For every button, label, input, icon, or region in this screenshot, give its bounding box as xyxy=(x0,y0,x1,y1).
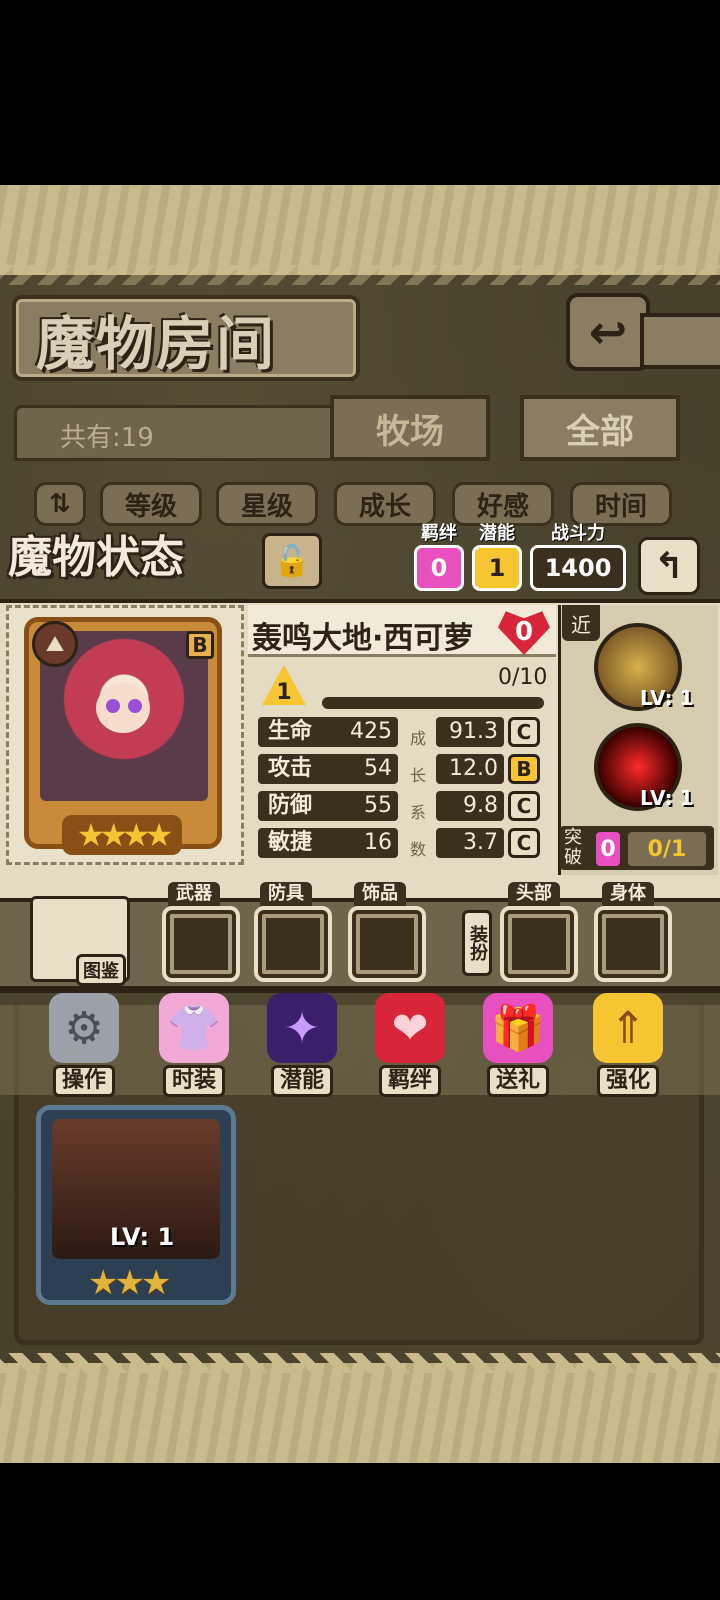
growth-label-char: 系 xyxy=(409,803,426,822)
monster-name: 轰鸣大地·西可萝 xyxy=(252,621,474,656)
sort-toggle-icon: ⇅ xyxy=(49,489,71,519)
padlock-icon: 🔓 xyxy=(273,543,311,579)
sort-affinity-button[interactable]: 好感 xyxy=(452,482,554,526)
star-rating: ★★★★ xyxy=(62,815,182,855)
page-title: 魔物房间 xyxy=(36,310,277,378)
gear-icon: ⚙ xyxy=(49,993,119,1063)
slot-armor-label: 防具 xyxy=(260,882,312,906)
slot-accessory-label: 饰品 xyxy=(354,882,406,906)
power-label: 战斗力 xyxy=(551,523,605,544)
tab-ranch[interactable]: 牧场 xyxy=(330,395,490,461)
skill-2-level: LV: 1 xyxy=(640,786,694,810)
action-bond[interactable]: ❤ 羁绊 xyxy=(366,993,454,1097)
action-potential[interactable]: ✦ 潜能 xyxy=(258,993,346,1097)
action-upgrade[interactable]: ⇑ 强化 xyxy=(584,993,672,1097)
slot-weapon[interactable] xyxy=(162,906,240,982)
stat-attack-value: 54 xyxy=(364,756,392,781)
exp-text: 0/10 xyxy=(498,665,548,690)
element-earth-icon: ⛰ xyxy=(32,621,78,667)
skill-1-level: LV: 1 xyxy=(640,686,694,710)
growth-hp-value: 91.3 xyxy=(436,717,504,747)
monster-eye xyxy=(128,699,142,713)
codex-label: 图鉴 xyxy=(76,954,126,986)
stat-defense-value: 55 xyxy=(364,793,392,818)
parchment-bottom-border xyxy=(0,1353,720,1463)
dress-up-label: 装扮 xyxy=(462,910,492,976)
growth-label-char: 长 xyxy=(409,766,426,785)
back-button[interactable]: ↩ xyxy=(566,293,650,371)
return-arrow-icon: ↩ xyxy=(588,305,628,359)
status-title: 魔物状态 xyxy=(8,532,184,583)
exp-bar xyxy=(322,697,544,709)
growth-defense-grade: C xyxy=(508,791,540,821)
return-arrow-icon: ↰ xyxy=(653,545,685,587)
growth-label-char: 成 xyxy=(409,729,426,748)
action-gift-label: 送礼 xyxy=(486,1065,549,1097)
action-gift[interactable]: 🎁 送礼 xyxy=(474,993,562,1097)
outfit-icon: 👚 xyxy=(159,993,229,1063)
close-status-button[interactable]: ↰ xyxy=(638,537,700,595)
demon-icon: ✦ xyxy=(267,993,337,1063)
power-stat: 战斗力 1400 xyxy=(530,525,626,591)
growth-agility-grade: C xyxy=(508,828,540,858)
slot-armor[interactable] xyxy=(254,906,332,982)
slot-accessory[interactable] xyxy=(348,906,426,982)
affinity-value: 0 xyxy=(514,617,534,647)
growth-hp-grade: C xyxy=(508,717,540,747)
potential-label: 潜能 xyxy=(479,523,515,544)
sort-star-button[interactable]: 星级 xyxy=(216,482,318,526)
rank-badge: B xyxy=(186,631,214,659)
breakthrough-ratio: 0/1 xyxy=(628,832,706,866)
growth-agility-value: 3.7 xyxy=(436,828,504,858)
growth-label-char: 数 xyxy=(409,840,426,859)
slot-weapon-label: 武器 xyxy=(168,882,220,906)
bond-value: 0 xyxy=(414,545,464,591)
header-edge xyxy=(640,313,720,369)
range-tag: 近 xyxy=(562,605,600,641)
stat-agility-value: 16 xyxy=(364,830,392,855)
sort-level-button[interactable]: 等级 xyxy=(100,482,202,526)
sort-time-button[interactable]: 时间 xyxy=(570,482,672,526)
slot-head-label: 头部 xyxy=(508,882,560,906)
tab-all[interactable]: 全部 xyxy=(520,395,680,461)
action-potential-label: 潜能 xyxy=(270,1065,333,1097)
collection-count: 共有:19 xyxy=(60,423,154,453)
potential-value: 1 xyxy=(472,545,522,591)
sort-growth-button[interactable]: 成长 xyxy=(334,482,436,526)
action-outfit-label: 时装 xyxy=(162,1065,225,1097)
stat-hp-value: 425 xyxy=(350,719,392,744)
action-operate[interactable]: ⚙ 操作 xyxy=(40,993,128,1097)
breakthrough-label: 突破 xyxy=(564,827,582,868)
gift-icon: 🎁 xyxy=(483,993,553,1063)
breakthrough-count: 0 xyxy=(596,832,620,866)
growth-defense-value: 9.8 xyxy=(436,791,504,821)
slot-head[interactable] xyxy=(500,906,578,982)
lock-button[interactable]: 🔓 xyxy=(262,533,322,589)
action-upgrade-label: 强化 xyxy=(596,1065,659,1097)
monster-face xyxy=(96,683,150,733)
potential-stat: 潜能 1 xyxy=(472,525,522,591)
sort-order-toggle[interactable]: ⇅ xyxy=(34,482,86,526)
bond-label: 羁绊 xyxy=(421,523,457,544)
upgrade-arrows-icon: ⇑ xyxy=(593,993,663,1063)
slot-body[interactable] xyxy=(594,906,672,982)
action-bond-label: 羁绊 xyxy=(378,1065,441,1097)
growth-attack-value: 12.0 xyxy=(436,754,504,784)
slot-body-label: 身体 xyxy=(602,882,654,906)
monster-eye xyxy=(106,699,120,713)
roster-card-level: LV: 1 xyxy=(110,1223,175,1251)
hearts-icon: ❤ xyxy=(375,993,445,1063)
growth-attack-grade: B xyxy=(508,754,540,784)
power-value: 1400 xyxy=(530,545,626,591)
action-outfit[interactable]: 👚 时装 xyxy=(150,993,238,1097)
action-operate-label: 操作 xyxy=(52,1065,115,1097)
bond-stat: 羁绊 0 xyxy=(414,525,464,591)
parchment-top-border xyxy=(0,185,720,285)
roster-card-stars: ★★★ xyxy=(88,1263,171,1303)
